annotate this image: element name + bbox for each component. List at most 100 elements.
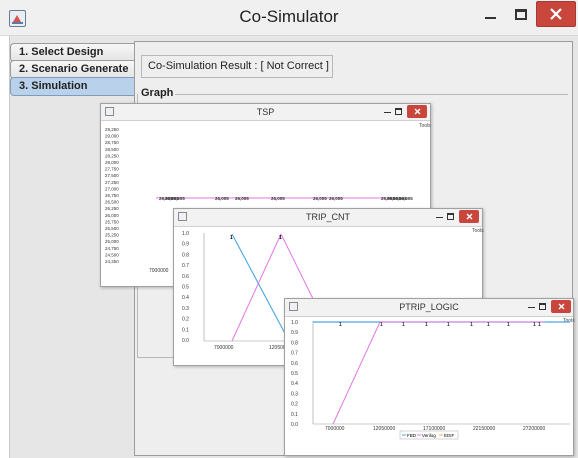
tsp-y-tick: 26,250 <box>105 206 119 211</box>
ptrip-logic-x-tick: 27200000 <box>523 426 545 432</box>
ptrip-logic-y-tick: 0.7 <box>291 351 298 357</box>
close-icon <box>558 303 564 310</box>
ptrip-logic-plot: 1.00.90.80.70.60.50.40.30.20.10.0 111111… <box>291 320 570 440</box>
ptrip-logic-y-tick: 0.4 <box>291 381 298 387</box>
ptrip-logic-y-tick: 1.0 <box>291 320 298 326</box>
tsp-y-tick: 26,000 <box>105 213 119 218</box>
ptrip-logic-x-tick: 12050000 <box>373 426 395 432</box>
trip-cnt-y-tick: 0.3 <box>182 306 189 312</box>
ptrip-logic-point-label: 1 <box>470 322 473 328</box>
tsp-y-tick: 26,750 <box>105 193 119 198</box>
ptrip-logic-y-tick: 0.1 <box>291 412 298 418</box>
trip-cnt-y-tick: 1.0 <box>182 231 189 237</box>
ptrip-logic-frame-titlebar[interactable]: PTRIP_LOGIC <box>285 299 573 317</box>
tsp-y-tick: 28,500 <box>105 147 119 152</box>
graph-group-label: Graph <box>141 87 176 99</box>
ptrip-logic-point-label: 1 <box>402 322 405 328</box>
ptrip-logic-x-tick: 7000000 <box>325 426 345 432</box>
ptrip-logic-minimize-icon[interactable] <box>528 307 535 308</box>
ptrip-logic-y-tick: 0.6 <box>291 361 298 367</box>
close-icon <box>550 8 562 20</box>
ptrip-logic-y-tick: 0.5 <box>291 371 298 377</box>
tsp-y-tick: 25,250 <box>105 233 119 238</box>
graph-border-bottom <box>137 357 177 358</box>
trip-cnt-point-label: 1 <box>279 235 282 241</box>
tsp-y-tick: 28,000 <box>105 160 119 165</box>
tsp-y-tick: 27,750 <box>105 167 119 172</box>
ptrip-logic-point-label: 1 <box>380 322 383 328</box>
legend-item-verilog: Verilog <box>422 433 436 438</box>
trip-cnt-frame-titlebar[interactable]: TRIP_CNT <box>174 209 482 227</box>
tsp-maximize-icon[interactable] <box>395 108 402 115</box>
ptrip-logic-point-label: 1 <box>507 322 510 328</box>
close-icon <box>466 213 472 220</box>
tsp-y-tick: 25,750 <box>105 219 119 224</box>
tsp-x-tick: 7000000 <box>149 268 169 274</box>
ptrip-logic-y-tick: 0.8 <box>291 340 298 346</box>
maximize-button[interactable] <box>506 0 536 28</box>
title-bar: Co-Simulator <box>0 0 578 36</box>
ptrip-logic-maximize-icon[interactable] <box>539 303 546 310</box>
ptrip-logic-point-label: 1 <box>339 322 342 328</box>
ptrip-logic-x-tick: 22150000 <box>473 426 495 432</box>
trip-cnt-series-fbd <box>231 233 290 342</box>
co-simulation-result: Co-Simulation Result : [ Not Correct ] <box>141 55 333 78</box>
trip-cnt-maximize-icon[interactable] <box>447 213 454 220</box>
trip-cnt-y-tick: 0.4 <box>182 295 189 301</box>
minimize-button[interactable] <box>475 0 505 28</box>
tsp-y-tick: 24,250 <box>105 259 119 264</box>
trip-cnt-y-tick: 0.8 <box>182 252 189 258</box>
tsp-y-tick: 27,250 <box>105 180 119 185</box>
close-button[interactable] <box>536 1 576 27</box>
tsp-point-label: 26,005 <box>313 196 327 201</box>
tsp-y-tick: 27,000 <box>105 186 119 191</box>
ptrip-logic-y-tick: 0.0 <box>291 422 298 428</box>
trip-cnt-y-tick: 0.2 <box>182 317 189 323</box>
trip-cnt-y-tick: 0.0 <box>182 338 189 344</box>
ptrip-logic-chart-frame[interactable]: PTRIP_LOGIC Tools 1.0 0.9 0.8 0.7 0.6 0.5 0.4 0… <box>284 298 575 456</box>
graph-divider <box>172 94 568 95</box>
tsp-frame-titlebar[interactable]: TSP <box>101 104 430 121</box>
tsp-y-tick: 24,750 <box>105 246 119 251</box>
ptrip-logic-close-button[interactable] <box>551 300 571 313</box>
tsp-y-tick: 24,500 <box>105 252 119 257</box>
tsp-minimize-icon[interactable] <box>384 112 391 113</box>
trip-cnt-close-button[interactable] <box>459 210 479 223</box>
tsp-y-tick: 27,500 <box>105 173 119 178</box>
ptrip-logic-y-tick: 0.9 <box>291 330 298 336</box>
trip-cnt-y-tick: 0.1 <box>182 327 189 333</box>
ptrip-logic-y-tick: 0.3 <box>291 391 298 397</box>
ptrip-logic-series-verilog-rise <box>332 321 381 425</box>
ptrip-logic-point-label: 1 <box>425 322 428 328</box>
close-icon <box>414 108 420 115</box>
minimize-icon <box>484 17 496 19</box>
trip-cnt-y-tick: 0.9 <box>182 242 189 248</box>
tsp-y-tick: 28,250 <box>105 153 119 158</box>
tsp-point-label: 26,005 <box>399 196 413 201</box>
tsp-y-tick: 25,500 <box>105 226 119 231</box>
ptrip-logic-point-label: 1 <box>487 322 490 328</box>
tsp-point-label: 26,005 <box>329 196 343 201</box>
trip-cnt-minimize-icon[interactable] <box>436 217 443 218</box>
tsp-y-tick: 29,000 <box>105 134 119 139</box>
tab-simulation[interactable]: 3. Simulation <box>10 77 134 96</box>
trip-cnt-y-tick: 0.7 <box>182 263 189 269</box>
trip-cnt-point-label: 1 <box>230 235 233 241</box>
tsp-y-tick: 28,750 <box>105 140 119 145</box>
legend-item-edif: EDIF <box>444 433 455 438</box>
ptrip-logic-point-label: 1 <box>447 322 450 328</box>
tsp-frame-title: TSP <box>256 107 275 117</box>
ptrip-logic-point-label: 1 <box>533 322 536 328</box>
ptrip-logic-legend: FBD Verilog EDIF <box>399 430 459 440</box>
maximize-icon <box>515 8 527 20</box>
tsp-y-tick: 25,000 <box>105 239 119 244</box>
tsp-close-button[interactable] <box>407 105 427 118</box>
trip-cnt-x-tick: 7000000 <box>214 345 234 351</box>
tsp-point-label: 26,005 <box>171 196 185 201</box>
tsp-y-tick: 26,500 <box>105 200 119 205</box>
trip-cnt-y-tick: 0.6 <box>182 274 189 280</box>
legend-item-fbd: FBD <box>407 433 417 438</box>
tsp-y-tick: 29,250 <box>105 127 119 132</box>
ptrip-logic-point-label: 1 <box>538 322 541 328</box>
trip-cnt-y-tick: 0.5 <box>182 285 189 291</box>
